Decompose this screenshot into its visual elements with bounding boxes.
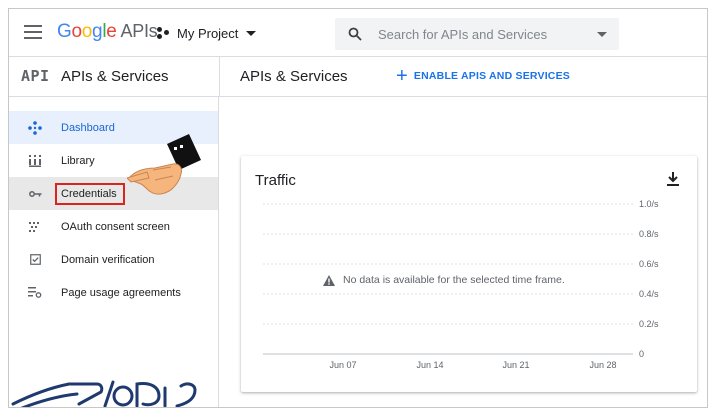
browser-frame: Google APIs My Project Search for APIs an…: [8, 8, 708, 408]
y-tick-label: 0: [639, 349, 644, 359]
chevron-down-icon: [246, 30, 257, 36]
card-title: Traffic: [255, 172, 296, 189]
settings-list-icon: [26, 284, 44, 302]
sidebar-item-label: Credentials: [55, 182, 125, 205]
no-data-text: No data is available for the selected ti…: [343, 274, 565, 286]
pointing-hand-icon: [127, 134, 201, 195]
y-tick-label: 0.4/s: [639, 289, 659, 299]
oauth-consent-icon: [26, 218, 44, 236]
y-tick-label: 1.0/s: [639, 199, 659, 209]
sidebar-item-label: Domain verification: [61, 253, 155, 266]
y-axis: 1.0/s 0.8/s 0.6/s 0.4/s 0.2/s 0: [639, 199, 659, 359]
y-tick-label: 0.6/s: [639, 259, 659, 269]
x-axis: Jun 07 Jun 14 Jun 21 Jun 28: [329, 360, 616, 370]
watermark-logo: [11, 380, 197, 407]
enable-apis-label: ENABLE APIS AND SERVICES: [413, 70, 570, 82]
header-divider: [219, 57, 220, 97]
y-tick-label: 0.8/s: [639, 229, 659, 239]
dashboard-icon: [26, 119, 44, 137]
y-tick-label: 0.2/s: [639, 319, 659, 329]
download-icon[interactable]: [667, 172, 679, 186]
page-title: APIs & Services: [240, 68, 348, 85]
main-menu-icon[interactable]: [24, 25, 42, 39]
search-bar[interactable]: Search for APIs and Services: [335, 18, 619, 50]
sidebar-item-label: Page usage agreements: [61, 286, 181, 299]
domain-check-icon: [26, 251, 44, 269]
search-input[interactable]: Search for APIs and Services: [378, 27, 597, 42]
sidebar-item-oauth-consent[interactable]: OAuth consent screen: [9, 210, 218, 243]
x-tick-label: Jun 07: [329, 360, 356, 370]
sidebar-item-domain-verification[interactable]: Domain verification: [9, 243, 218, 276]
search-dropdown-icon[interactable]: [597, 31, 607, 37]
x-tick-label: Jun 28: [589, 360, 616, 370]
sidebar-item-label: Dashboard: [61, 121, 115, 134]
top-app-bar: Google APIs My Project Search for APIs an…: [9, 9, 707, 57]
key-icon: [26, 185, 44, 203]
library-icon: [26, 152, 44, 170]
project-name: My Project: [177, 25, 239, 41]
sidebar-item-page-usage[interactable]: Page usage agreements: [9, 276, 218, 309]
sidebar-item-label: OAuth consent screen: [61, 220, 170, 233]
traffic-card: 1.0/s 0.8/s 0.6/s 0.4/s 0.2/s 0 Jun 07 Jun 14 J…: [241, 156, 697, 392]
plus-icon: +: [396, 65, 408, 87]
google-apis-logo[interactable]: Google APIs: [57, 21, 158, 43]
sidebar-item-label: Library: [61, 154, 95, 167]
x-tick-label: Jun 21: [502, 360, 529, 370]
enable-apis-button[interactable]: + ENABLE APIS AND SERVICES: [396, 65, 570, 87]
sub-header: API APIs & Services APIs & Services + EN…: [9, 57, 707, 97]
x-tick-label: Jun 14: [416, 360, 443, 370]
project-icon: [157, 26, 171, 40]
section-title: APIs & Services: [61, 68, 169, 85]
no-data-message: No data is available for the selected ti…: [323, 274, 565, 286]
project-selector[interactable]: My Project: [157, 22, 257, 44]
warning-icon: [323, 274, 335, 286]
api-logo-icon: API: [21, 67, 50, 85]
search-icon: [348, 27, 362, 41]
